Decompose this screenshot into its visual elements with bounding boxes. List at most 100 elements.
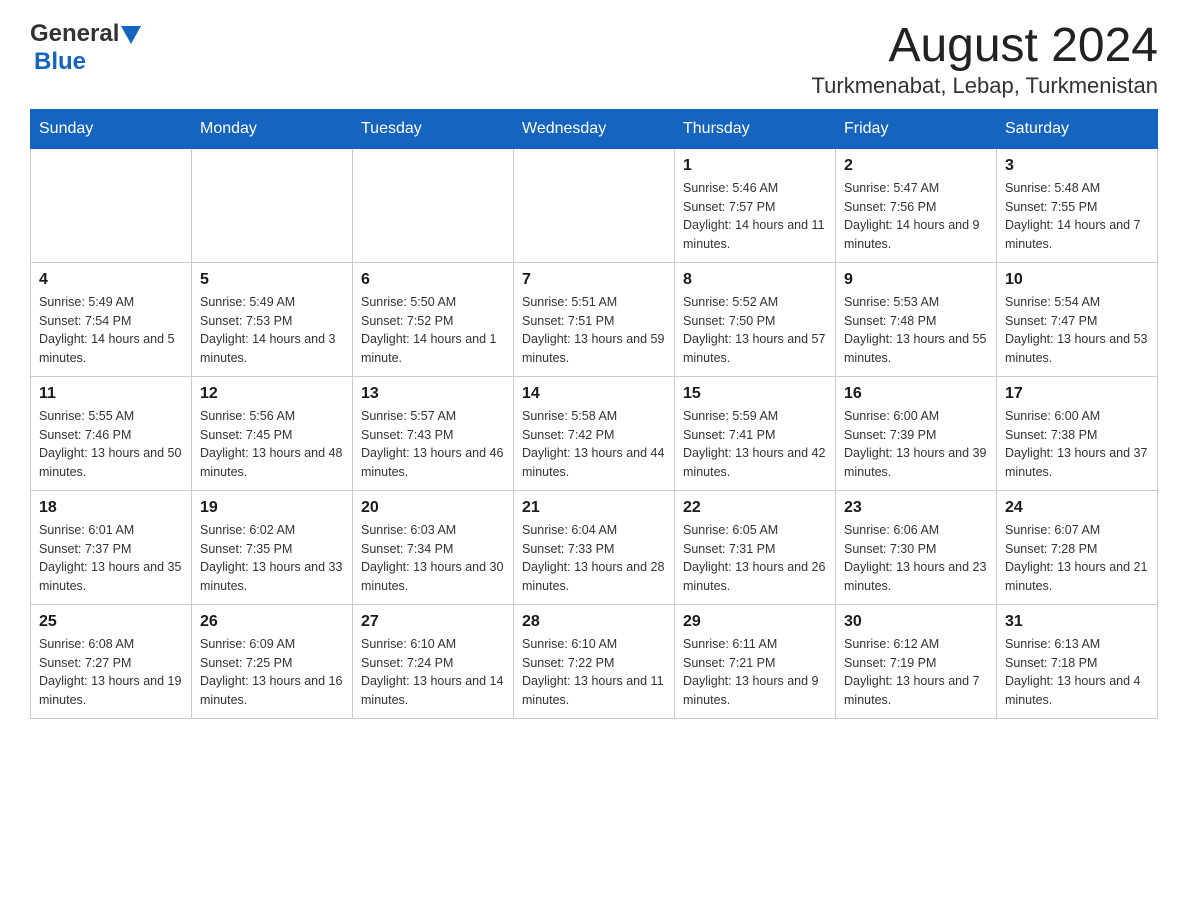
calendar-day: 27 Sunrise: 6:10 AM Sunset: 7:24 PM Dayli… — [353, 604, 514, 718]
day-number: 29 — [683, 613, 827, 631]
day-info: Sunrise: 6:00 AM Sunset: 7:38 PM Dayligh… — [1005, 407, 1149, 482]
weekday-header-friday: Friday — [836, 109, 997, 148]
day-number: 17 — [1005, 385, 1149, 403]
calendar-day: 2 Sunrise: 5:47 AM Sunset: 7:56 PM Daylig… — [836, 148, 997, 262]
calendar-week-3: 11Sunrise: 5:55 AM Sunset: 7:46 PM Dayli… — [31, 376, 1158, 490]
calendar-week-2: 4 Sunrise: 5:49 AM Sunset: 7:54 PM Daylig… — [31, 262, 1158, 376]
logo: General Blue — [30, 20, 141, 76]
day-info: Sunrise: 5:49 AM Sunset: 7:53 PM Dayligh… — [200, 293, 344, 368]
day-info: Sunrise: 6:09 AM Sunset: 7:25 PM Dayligh… — [200, 635, 344, 710]
calendar-day — [31, 148, 192, 262]
calendar-day: 15Sunrise: 5:59 AM Sunset: 7:41 PM Dayli… — [675, 376, 836, 490]
day-number: 25 — [39, 613, 183, 631]
day-info: Sunrise: 6:06 AM Sunset: 7:30 PM Dayligh… — [844, 521, 988, 596]
calendar-day: 17 Sunrise: 6:00 AM Sunset: 7:38 PM Dayli… — [997, 376, 1158, 490]
day-info: Sunrise: 6:02 AM Sunset: 7:35 PM Dayligh… — [200, 521, 344, 596]
day-number: 6 — [361, 271, 505, 289]
calendar-day: 21 Sunrise: 6:04 AM Sunset: 7:33 PM Dayli… — [514, 490, 675, 604]
day-number: 13 — [361, 385, 505, 403]
day-info: Sunrise: 6:00 AM Sunset: 7:39 PM Dayligh… — [844, 407, 988, 482]
day-info: Sunrise: 6:04 AM Sunset: 7:33 PM Dayligh… — [522, 521, 666, 596]
day-number: 4 — [39, 271, 183, 289]
calendar-day: 8Sunrise: 5:52 AM Sunset: 7:50 PM Daylig… — [675, 262, 836, 376]
calendar-day: 7 Sunrise: 5:51 AM Sunset: 7:51 PM Daylig… — [514, 262, 675, 376]
calendar-day: 16 Sunrise: 6:00 AM Sunset: 7:39 PM Dayli… — [836, 376, 997, 490]
day-number: 18 — [39, 499, 183, 517]
day-number: 10 — [1005, 271, 1149, 289]
calendar-day — [192, 148, 353, 262]
day-number: 1 — [683, 157, 827, 175]
location-title: Turkmenabat, Lebap, Turkmenistan — [812, 73, 1158, 99]
calendar-header-row: SundayMondayTuesdayWednesdayThursdayFrid… — [31, 109, 1158, 148]
calendar-day: 25 Sunrise: 6:08 AM Sunset: 7:27 PM Dayli… — [31, 604, 192, 718]
day-number: 21 — [522, 499, 666, 517]
day-number: 3 — [1005, 157, 1149, 175]
page-header: General Blue August 2024 Turkmenabat, Le… — [30, 20, 1158, 99]
day-info: Sunrise: 5:51 AM Sunset: 7:51 PM Dayligh… — [522, 293, 666, 368]
calendar-day: 18 Sunrise: 6:01 AM Sunset: 7:37 PM Dayli… — [31, 490, 192, 604]
calendar-week-5: 25 Sunrise: 6:08 AM Sunset: 7:27 PM Dayli… — [31, 604, 1158, 718]
day-info: Sunrise: 6:05 AM Sunset: 7:31 PM Dayligh… — [683, 521, 827, 596]
weekday-header-tuesday: Tuesday — [353, 109, 514, 148]
day-info: Sunrise: 6:08 AM Sunset: 7:27 PM Dayligh… — [39, 635, 183, 710]
day-number: 31 — [1005, 613, 1149, 631]
title-area: August 2024 Turkmenabat, Lebap, Turkmeni… — [812, 20, 1158, 99]
calendar-week-4: 18 Sunrise: 6:01 AM Sunset: 7:37 PM Dayli… — [31, 490, 1158, 604]
day-number: 12 — [200, 385, 344, 403]
day-number: 28 — [522, 613, 666, 631]
logo-triangle-icon — [121, 26, 141, 44]
day-number: 11 — [39, 385, 183, 403]
day-info: Sunrise: 6:10 AM Sunset: 7:24 PM Dayligh… — [361, 635, 505, 710]
day-number: 24 — [1005, 499, 1149, 517]
day-number: 16 — [844, 385, 988, 403]
day-number: 5 — [200, 271, 344, 289]
day-number: 20 — [361, 499, 505, 517]
day-number: 23 — [844, 499, 988, 517]
day-info: Sunrise: 5:57 AM Sunset: 7:43 PM Dayligh… — [361, 407, 505, 482]
calendar-table: SundayMondayTuesdayWednesdayThursdayFrid… — [30, 109, 1158, 719]
calendar-day: 6 Sunrise: 5:50 AM Sunset: 7:52 PM Daylig… — [353, 262, 514, 376]
day-info: Sunrise: 5:48 AM Sunset: 7:55 PM Dayligh… — [1005, 179, 1149, 254]
day-info: Sunrise: 5:46 AM Sunset: 7:57 PM Dayligh… — [683, 179, 827, 254]
day-number: 14 — [522, 385, 666, 403]
day-number: 26 — [200, 613, 344, 631]
calendar-week-1: 1 Sunrise: 5:46 AM Sunset: 7:57 PM Daylig… — [31, 148, 1158, 262]
calendar-day: 3 Sunrise: 5:48 AM Sunset: 7:55 PM Daylig… — [997, 148, 1158, 262]
day-info: Sunrise: 6:11 AM Sunset: 7:21 PM Dayligh… — [683, 635, 827, 710]
calendar-day: 12 Sunrise: 5:56 AM Sunset: 7:45 PM Dayli… — [192, 376, 353, 490]
weekday-header-saturday: Saturday — [997, 109, 1158, 148]
day-info: Sunrise: 5:59 AM Sunset: 7:41 PM Dayligh… — [683, 407, 827, 482]
calendar-day: 14 Sunrise: 5:58 AM Sunset: 7:42 PM Dayli… — [514, 376, 675, 490]
day-number: 7 — [522, 271, 666, 289]
calendar-day: 19 Sunrise: 6:02 AM Sunset: 7:35 PM Dayli… — [192, 490, 353, 604]
day-number: 27 — [361, 613, 505, 631]
day-info: Sunrise: 5:47 AM Sunset: 7:56 PM Dayligh… — [844, 179, 988, 254]
calendar-day: 28 Sunrise: 6:10 AM Sunset: 7:22 PM Dayli… — [514, 604, 675, 718]
calendar-day: 4 Sunrise: 5:49 AM Sunset: 7:54 PM Daylig… — [31, 262, 192, 376]
day-info: Sunrise: 5:58 AM Sunset: 7:42 PM Dayligh… — [522, 407, 666, 482]
day-number: 19 — [200, 499, 344, 517]
calendar-day: 11Sunrise: 5:55 AM Sunset: 7:46 PM Dayli… — [31, 376, 192, 490]
weekday-header-sunday: Sunday — [31, 109, 192, 148]
calendar-day: 13 Sunrise: 5:57 AM Sunset: 7:43 PM Dayli… — [353, 376, 514, 490]
calendar-day: 24 Sunrise: 6:07 AM Sunset: 7:28 PM Dayli… — [997, 490, 1158, 604]
weekday-header-wednesday: Wednesday — [514, 109, 675, 148]
day-info: Sunrise: 5:56 AM Sunset: 7:45 PM Dayligh… — [200, 407, 344, 482]
calendar-day: 29 Sunrise: 6:11 AM Sunset: 7:21 PM Dayli… — [675, 604, 836, 718]
calendar-day — [353, 148, 514, 262]
logo-general-text: General — [30, 20, 119, 48]
day-info: Sunrise: 5:50 AM Sunset: 7:52 PM Dayligh… — [361, 293, 505, 368]
month-title: August 2024 — [812, 20, 1158, 73]
day-info: Sunrise: 6:01 AM Sunset: 7:37 PM Dayligh… — [39, 521, 183, 596]
day-info: Sunrise: 5:49 AM Sunset: 7:54 PM Dayligh… — [39, 293, 183, 368]
day-info: Sunrise: 6:10 AM Sunset: 7:22 PM Dayligh… — [522, 635, 666, 710]
calendar-day: 31Sunrise: 6:13 AM Sunset: 7:18 PM Dayli… — [997, 604, 1158, 718]
calendar-day — [514, 148, 675, 262]
day-info: Sunrise: 5:53 AM Sunset: 7:48 PM Dayligh… — [844, 293, 988, 368]
day-info: Sunrise: 6:07 AM Sunset: 7:28 PM Dayligh… — [1005, 521, 1149, 596]
calendar-day: 5 Sunrise: 5:49 AM Sunset: 7:53 PM Daylig… — [192, 262, 353, 376]
logo-blue-text: Blue — [34, 48, 86, 75]
day-info: Sunrise: 6:12 AM Sunset: 7:19 PM Dayligh… — [844, 635, 988, 710]
day-number: 2 — [844, 157, 988, 175]
calendar-day: 20Sunrise: 6:03 AM Sunset: 7:34 PM Dayli… — [353, 490, 514, 604]
